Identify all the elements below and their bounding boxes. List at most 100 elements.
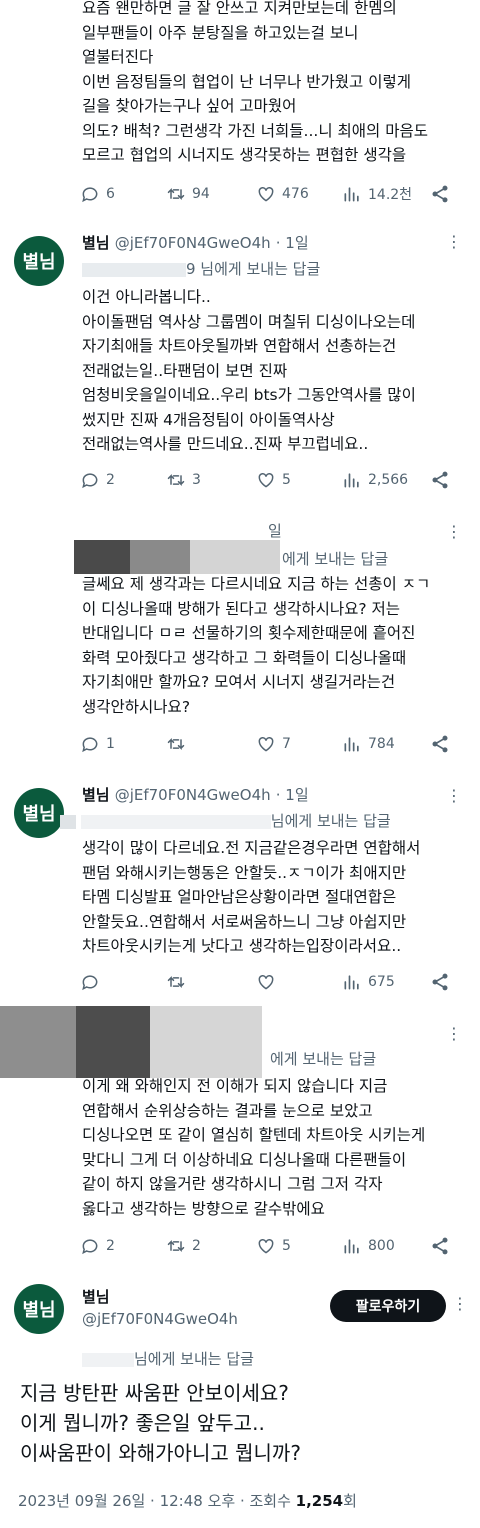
like-button[interactable]: 7 — [256, 734, 291, 754]
views-icon — [342, 972, 362, 992]
reply-button[interactable]: 6 — [80, 184, 115, 204]
tweet-line: 이번 음정팀들의 협업이 난 너무나 반가웠고 이렇게 — [82, 72, 412, 91]
like-button[interactable]: 5 — [256, 1236, 291, 1256]
reply1-actions: 2 3 5 2,566 — [80, 470, 460, 494]
retweet-button[interactable]: 3 — [166, 470, 201, 490]
redacted-avatar — [0, 1006, 76, 1078]
reply-to-text: 9 님에게 보내는 답글 — [186, 260, 321, 278]
avatar[interactable]: 별님 — [14, 1284, 64, 1334]
share-icon — [430, 1236, 450, 1256]
tweet-line: 지금 방탄판 싸움판 안보이세요? — [20, 1381, 289, 1405]
like-button[interactable]: 476 — [256, 184, 309, 204]
reply-icon — [80, 1236, 100, 1256]
redacted-avatar — [74, 540, 130, 574]
reply2-text: 글쎄요 제 생각과는 다르시네요 지금 하는 선총이 ㅈㄱ 이 디싱나올때 방해… — [82, 572, 430, 719]
avatar[interactable]: 별님 — [14, 788, 64, 838]
user-handle[interactable]: @jEf70F0N4GweO4h — [115, 234, 271, 252]
share-button[interactable] — [430, 972, 450, 992]
like-icon — [256, 1236, 276, 1256]
retweet-count: 3 — [192, 472, 201, 488]
redacted-handle — [150, 1006, 262, 1078]
views-count: 784 — [368, 736, 395, 752]
tweet-line: 전래없는역사를 만드네요..진짜 부끄럽네요.. — [82, 435, 369, 453]
views-icon — [342, 470, 362, 490]
tweet-line: 자기최애만 할까요? 모여서 시너지 생길거라는건 — [82, 673, 396, 691]
tweet-line: 같이 하지 않을거란 생각하시니 그럼 그저 각자 — [82, 1175, 383, 1193]
display-name[interactable]: 별님 — [82, 786, 110, 804]
reply-to-text: 님에게 보내는 답글 — [270, 812, 391, 830]
retweet-button[interactable]: 2 — [166, 1236, 201, 1256]
share-button[interactable] — [430, 734, 450, 754]
top-tweet-actions: 6 94 476 14.2천 — [80, 184, 460, 208]
reply-icon — [80, 734, 100, 754]
timestamp[interactable]: 2023년 09월 26일 · 12:48 오후 · 조회수 — [18, 1492, 296, 1510]
like-count: 7 — [282, 736, 291, 752]
tweet-line: 모르고 협업의 시너지도 생각못하는 편협한 생각을 — [82, 146, 407, 164]
user-handle[interactable]: @jEf70F0N4GweO4h — [82, 1310, 238, 1328]
redacted-name — [130, 540, 190, 574]
more-icon[interactable]: ⋮ — [452, 1294, 469, 1313]
tweet-line: 반대입니다 ㅁㄹ 선물하기의 횟수제한때문에 흩어진 — [82, 624, 416, 642]
like-count: 5 — [282, 1238, 291, 1254]
reply1-text: 이건 아니라봅니다.. 아이돌팬덤 역사상 그룹멤이 며칠뒤 디싱이나오는데 자… — [82, 285, 416, 457]
reply3-text: 생각이 많이 다르네요.전 지금같은경우라면 연합해서 팬덤 와해시키는행동은 … — [82, 836, 420, 959]
share-button[interactable] — [430, 1236, 450, 1256]
tweet-time[interactable]: · 1일 — [276, 234, 309, 252]
reply-count: 2 — [106, 1238, 115, 1254]
tweet-header: 별님 @jEf70F0N4GweO4h · 1일 — [82, 784, 309, 805]
views-count: 1,254 — [295, 1492, 344, 1510]
share-button[interactable] — [430, 184, 450, 204]
avatar[interactable]: 별님 — [14, 236, 64, 286]
more-icon[interactable]: ⋮ — [446, 522, 463, 541]
reply-button[interactable]: 1 — [80, 734, 115, 754]
tweet-line: 팬덤 와해시키는행동은 안할듯..ㅈㄱ이가 최애지만 — [82, 863, 407, 882]
tweet-line: 요즘 왠만하면 글 잘 안쓰고 지켜만보는데 한멤의 — [82, 0, 397, 17]
retweet-icon — [166, 972, 186, 992]
reply-icon — [80, 184, 100, 204]
tweet-line: 이게 왜 와해인지 전 이해가 되지 않습니다 지금 — [82, 1077, 388, 1095]
retweet-button[interactable]: 94 — [166, 184, 210, 204]
main-tweet-text: 지금 방탄판 싸움판 안보이세요? 이게 뭡니까? 좋은일 앞두고.. 이싸움판… — [20, 1378, 301, 1468]
tweet-line: 안할듯요..연합해서 서로써움하느니 그냥 아쉽지만 — [82, 912, 407, 931]
reply-button[interactable]: 2 — [80, 470, 115, 490]
retweet-icon — [166, 184, 186, 204]
tweet-line: 이 디싱나올때 방해가 된다고 생각하시나요? 저는 — [82, 599, 401, 618]
views-button[interactable]: 675 — [342, 972, 395, 992]
tweet-line: 엄청비웃을일이네요..우리 bts가 그동안역사를 많이 — [82, 386, 416, 404]
follow-button[interactable]: 팔로우하기 — [330, 1290, 446, 1322]
tweet-line: 이싸움판이 와해가아니고 뭡니까? — [20, 1441, 301, 1465]
share-button[interactable] — [430, 470, 450, 490]
tweet-line: 열불터진다 — [82, 48, 154, 66]
share-icon — [430, 470, 450, 490]
views-button[interactable]: 2,566 — [342, 470, 408, 490]
retweet-button[interactable] — [166, 972, 186, 992]
reply-to-text: 님에게 보내는 답글 — [134, 1350, 254, 1368]
tweet-line: 의도? 배척? 그런생각 가진 너희들...니 최애의 마음도 — [82, 121, 428, 140]
reply4-text: 이게 왜 와해인지 전 이해가 되지 않습니다 지금 연합해서 순위상승하는 결… — [82, 1074, 425, 1221]
display-name[interactable]: 별님 — [82, 1286, 110, 1307]
tweet-line: 이게 뭡니까? 좋은일 앞두고.. — [20, 1411, 265, 1435]
more-icon[interactable]: ⋮ — [446, 1024, 463, 1043]
reply-button[interactable]: 2 — [80, 1236, 115, 1256]
like-count: 5 — [282, 472, 291, 488]
tweet-line: 연합해서 순위상승하는 결과를 눈으로 보았고 — [82, 1101, 373, 1120]
more-icon[interactable]: ⋮ — [446, 232, 463, 251]
like-button[interactable]: 5 — [256, 470, 291, 490]
tweet-line: 맞다니 그게 더 이상하네요 디싱나올때 다른팬들이 — [82, 1150, 407, 1169]
views-icon — [342, 184, 362, 204]
more-icon[interactable]: ⋮ — [446, 786, 463, 805]
like-button[interactable] — [256, 972, 276, 992]
top-tweet-text: 요즘 왠만하면 글 잘 안쓰고 지켜만보는데 한멤의 일부팬들이 아주 분탕질을… — [82, 0, 428, 168]
reply-button[interactable] — [80, 972, 100, 992]
tweet-line: 썼지만 진짜 4개음정팀이 아이돌역사상 — [82, 410, 335, 429]
tweet-time[interactable]: · 1일 — [276, 786, 309, 804]
tweet-time[interactable]: 일 — [268, 520, 282, 541]
views-button[interactable]: 14.2천 — [342, 184, 412, 204]
retweet-button[interactable] — [166, 734, 186, 754]
views-button[interactable]: 784 — [342, 734, 395, 754]
user-handle[interactable]: @jEf70F0N4GweO4h — [115, 786, 271, 804]
reply-to-line: 9 님에게 보내는 답글 — [82, 258, 320, 279]
display-name[interactable]: 별님 — [82, 234, 110, 252]
like-icon — [256, 470, 276, 490]
views-button[interactable]: 800 — [342, 1236, 395, 1256]
